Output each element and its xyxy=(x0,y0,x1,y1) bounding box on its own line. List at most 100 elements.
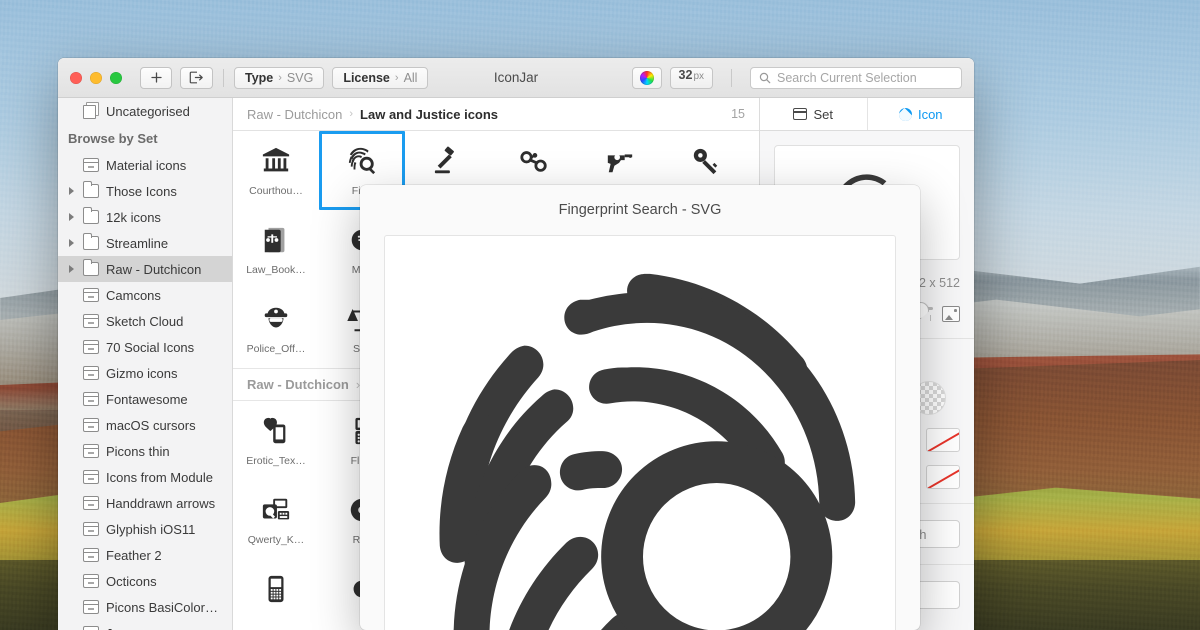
icon-circle-icon xyxy=(898,107,912,121)
background-color-none-swatch[interactable] xyxy=(926,428,960,452)
sidebar-item-label: 12k icons xyxy=(106,209,161,225)
sidebar-header-browse-by-set: Browse by Set xyxy=(68,130,158,146)
disclosure-triangle-icon[interactable] xyxy=(66,187,76,195)
sidebar-item-uncategorised[interactable]: Uncategorised xyxy=(58,98,232,124)
add-library-button[interactable] xyxy=(140,66,172,89)
sidebar-item-label: Feather 2 xyxy=(106,547,162,563)
courthouse-icon xyxy=(261,141,291,181)
sidebar-item-jam[interactable]: Jam xyxy=(58,620,232,630)
sidebar-item-label: Octicons xyxy=(106,573,157,589)
icon-cell[interactable]: Qwerty_K… xyxy=(233,480,319,559)
set-icon xyxy=(83,314,99,328)
sidebar-item-camcons[interactable]: Camcons xyxy=(58,282,232,308)
disclosure-triangle-icon[interactable] xyxy=(66,239,76,247)
sidebar-item-label: Gizmo icons xyxy=(106,365,178,381)
set-icon xyxy=(83,340,99,354)
sidebar-item-label: Uncategorised xyxy=(106,103,190,119)
sidebar-item-70-social-icons[interactable]: 70 Social Icons xyxy=(58,334,232,360)
filter-type[interactable]: Type › SVG xyxy=(234,66,325,89)
sidebar-item-picons-thin[interactable]: Picons thin xyxy=(58,438,232,464)
set-icon xyxy=(83,574,99,588)
sidebar-item-12k-icons[interactable]: 12k icons xyxy=(58,204,232,230)
sidebar-item-macos-cursors[interactable]: macOS cursors xyxy=(58,412,232,438)
sidebar-item-material-icons[interactable]: Material icons xyxy=(58,152,232,178)
search-field[interactable]: Search Current Selection xyxy=(750,66,962,89)
plus-icon xyxy=(150,72,162,83)
icon-cell-label: Erotic_Tex… xyxy=(246,455,306,467)
export-icon xyxy=(189,71,203,84)
export-button[interactable] xyxy=(180,66,213,89)
sidebar-item-those-icons[interactable]: Those Icons xyxy=(58,178,232,204)
sidebar-item-icons-from-module[interactable]: Icons from Module xyxy=(58,464,232,490)
search-placeholder: Search Current Selection xyxy=(777,70,917,85)
breadcrumb: Raw - Dutchicon › Law and Justice icons … xyxy=(233,98,759,131)
tab-set[interactable]: Set xyxy=(760,98,867,130)
folder-icon xyxy=(82,259,99,276)
fingerprint-search-icon xyxy=(439,273,856,630)
set-icon xyxy=(83,522,99,536)
close-button[interactable] xyxy=(70,71,82,84)
sidebar-item-octicons[interactable]: Octicons xyxy=(58,568,232,594)
icon-cell[interactable]: Police_Off… xyxy=(233,289,319,368)
sidebar-item-label: Those Icons xyxy=(106,183,177,199)
icon-cell-label: Law_Book… xyxy=(246,264,306,276)
sidebar-item-glyphish-ios11[interactable]: Glyphish iOS11 xyxy=(58,516,232,542)
color-picker-button[interactable] xyxy=(631,66,662,89)
key-icon xyxy=(691,141,721,181)
chevron-right-icon: › xyxy=(349,108,354,120)
window-titlebar: Type › SVG License › All IconJar 32 px S… xyxy=(58,58,974,98)
icon-size-unit: px xyxy=(693,70,704,82)
disclosure-triangle-icon[interactable] xyxy=(66,213,76,221)
sidebar-item-sketch-cloud[interactable]: Sketch Cloud xyxy=(58,308,232,334)
sidebar-item-picons-basicolor[interactable]: Picons BasiColor… xyxy=(58,594,232,620)
large-image-icon xyxy=(942,306,960,322)
breadcrumb-parent[interactable]: Raw - Dutchicon xyxy=(247,107,342,122)
set-icon xyxy=(83,470,99,484)
zoom-button[interactable] xyxy=(110,71,122,84)
icon-cell[interactable]: Law_Book… xyxy=(233,210,319,289)
gavel-icon xyxy=(433,141,463,181)
set-icon xyxy=(793,108,808,120)
quicklook-canvas xyxy=(384,235,896,630)
sidebar-item-fontawesome[interactable]: Fontawesome xyxy=(58,386,232,412)
breadcrumb-current: Law and Justice icons xyxy=(360,106,499,122)
sidebar-item-label: Camcons xyxy=(106,287,161,303)
search-icon xyxy=(759,72,771,83)
sidebar-item-raw-dutchicon[interactable]: Raw - Dutchicon xyxy=(58,256,232,282)
sidebar-item-label: Fontawesome xyxy=(106,391,188,407)
filter-license-key: License xyxy=(343,70,390,85)
tab-set-label: Set xyxy=(813,106,833,122)
inspector-tabs[interactable]: Set Icon xyxy=(760,98,974,131)
sidebar-item-label: Handdrawn arrows xyxy=(106,495,216,511)
sidebar-item-label: Jam xyxy=(106,626,131,630)
sidebar-item-gizmo-icons[interactable]: Gizmo icons xyxy=(58,360,232,386)
disclosure-triangle-icon[interactable] xyxy=(66,265,76,273)
erotic-text-icon xyxy=(261,411,291,451)
icon-size-button[interactable]: 32 px xyxy=(669,66,713,89)
sidebar-item-handdrawn-arrows[interactable]: Handdrawn arrows xyxy=(58,490,232,516)
sidebar-item-feather-2[interactable]: Feather 2 xyxy=(58,542,232,568)
sidebar[interactable]: Uncategorised Browse by Set Material icons… xyxy=(58,98,233,630)
set-icon xyxy=(83,626,99,630)
quicklook-overlay[interactable]: Fingerprint Search - SVG xyxy=(360,185,920,630)
sidebar-item-label: Raw - Dutchicon xyxy=(106,261,202,277)
icon-fill-none-swatch[interactable] xyxy=(926,465,960,489)
icon-count: 15 xyxy=(731,107,745,121)
icon-cell[interactable] xyxy=(233,559,319,630)
tab-icon[interactable]: Icon xyxy=(866,98,975,130)
icon-cell[interactable]: Erotic_Tex… xyxy=(233,401,319,480)
minimize-button[interactable] xyxy=(90,71,102,84)
chevron-right-icon: › xyxy=(394,71,399,84)
sidebar-item-label: macOS cursors xyxy=(106,417,196,433)
sidebar-item-streamline[interactable]: Streamline xyxy=(58,230,232,256)
icon-cell[interactable]: Courthou… xyxy=(233,131,319,210)
filter-license-value: All xyxy=(403,70,418,85)
filter-license[interactable]: License › All xyxy=(332,66,429,89)
sidebar-item-label: Glyphish iOS11 xyxy=(106,521,196,537)
folder-icon xyxy=(82,181,99,198)
set-icon xyxy=(83,392,99,406)
color-wheel-icon xyxy=(639,70,654,85)
handcuffs-icon xyxy=(519,141,549,181)
folder-icon xyxy=(82,207,99,224)
sidebar-item-label: Streamline xyxy=(106,235,169,251)
